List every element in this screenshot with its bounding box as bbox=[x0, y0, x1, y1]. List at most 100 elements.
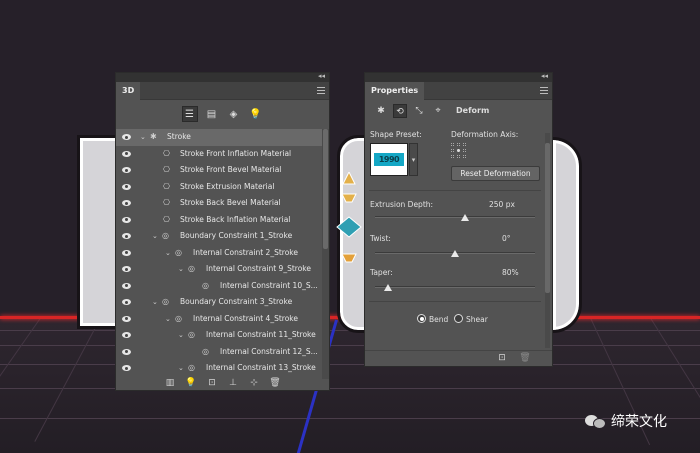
visibility-eye-icon[interactable] bbox=[122, 233, 131, 239]
material-icon: ⎔ bbox=[163, 165, 170, 174]
cap-mode-icon[interactable]: ⤡ bbox=[412, 104, 426, 118]
render-icon[interactable]: ▥ bbox=[164, 378, 176, 388]
visibility-eye-icon[interactable] bbox=[122, 266, 131, 272]
panel-tabbar: Properties bbox=[365, 82, 552, 100]
chevron-down-icon[interactable]: ⌄ bbox=[165, 245, 171, 262]
tree-row[interactable]: ◎ Internal Constraint 12_S... bbox=[116, 344, 323, 361]
light-filter-icon[interactable]: 💡 bbox=[248, 106, 264, 122]
ground-plane-icon[interactable]: ⊥ bbox=[227, 378, 239, 388]
taper-value[interactable]: 80% bbox=[502, 268, 519, 277]
visibility-eye-icon[interactable] bbox=[122, 282, 131, 289]
bend-radio[interactable] bbox=[417, 314, 426, 323]
tree-row-label: Stroke Front Bevel Material bbox=[180, 165, 282, 174]
tab-3d[interactable]: 3D bbox=[116, 82, 141, 100]
scene-filter-icon[interactable]: ☰ bbox=[181, 106, 198, 122]
visibility-eye-icon[interactable] bbox=[122, 150, 131, 157]
scene-tree: ⌄ ✱ Stroke ⎔ Stroke Front Inflation Mate… bbox=[116, 129, 323, 379]
tree-row[interactable]: ⌄ ◎ Internal Constraint 13_Stroke bbox=[116, 360, 323, 377]
panel-menu-icon[interactable] bbox=[317, 87, 325, 94]
chevron-down-icon[interactable]: ▾ bbox=[409, 143, 418, 176]
chevron-down-icon[interactable]: ⌄ bbox=[140, 129, 146, 146]
tree-row[interactable]: ⎔ Stroke Extrusion Material bbox=[116, 179, 323, 196]
trash-icon[interactable]: 🗑 bbox=[519, 353, 531, 363]
tree-row[interactable]: ⎔ Stroke Front Bevel Material bbox=[116, 162, 323, 179]
visibility-eye-icon[interactable] bbox=[122, 167, 131, 173]
twist-value[interactable]: 0° bbox=[502, 234, 511, 243]
collapse-panel-button[interactable]: ◂◂ bbox=[318, 72, 325, 80]
chevron-down-icon[interactable]: ⌄ bbox=[178, 327, 184, 344]
extrusion-depth-slider[interactable] bbox=[375, 216, 535, 218]
tree-row[interactable]: ⎔ Stroke Back Bevel Material bbox=[116, 195, 323, 212]
chevron-down-icon[interactable]: ⌄ bbox=[165, 311, 171, 328]
visibility-eye-icon[interactable] bbox=[122, 183, 131, 190]
chevron-down-icon[interactable]: ⌄ bbox=[178, 261, 184, 278]
deform-mode-icon[interactable]: ⟲ bbox=[393, 104, 407, 118]
mesh-mode-icon[interactable]: ✱ bbox=[374, 104, 388, 118]
chevron-down-icon[interactable]: ⌄ bbox=[152, 294, 158, 311]
visibility-eye-icon[interactable] bbox=[122, 348, 131, 355]
panel-menu-icon[interactable] bbox=[540, 87, 548, 94]
tree-row-label: Internal Constraint 4_Stroke bbox=[193, 313, 298, 323]
collapse-panel-button[interactable]: ◂◂ bbox=[541, 72, 548, 80]
taper-slider[interactable] bbox=[375, 286, 535, 288]
3d-axis-gizmo[interactable] bbox=[334, 170, 364, 276]
render-icon[interactable]: ⊡ bbox=[496, 353, 508, 363]
3d-panel-bottom-toolbar: ▥ 💡 ⊡ ⊥ ⊹ 🗑 bbox=[116, 376, 329, 390]
tab-properties[interactable]: Properties bbox=[365, 82, 425, 100]
grid-line bbox=[0, 388, 700, 389]
watermark: 缔荣文化 bbox=[585, 411, 667, 431]
tree-row[interactable]: ⎔ Stroke Front Inflation Material bbox=[116, 146, 323, 163]
tree-row[interactable]: ⌄ ◎ Boundary Constraint 3_Stroke bbox=[116, 294, 323, 311]
constraint-icon: ◎ bbox=[188, 264, 195, 273]
tree-row[interactable]: ⌄ ✱ Stroke bbox=[116, 129, 323, 146]
tree-row[interactable]: ⌄ ◎ Internal Constraint 2_Stroke bbox=[116, 245, 323, 262]
mesh-filter-icon[interactable]: ▤ bbox=[204, 106, 220, 122]
twist-slider-thumb[interactable] bbox=[451, 250, 459, 257]
deformation-axis-grid[interactable] bbox=[451, 143, 467, 159]
shear-radio[interactable] bbox=[454, 314, 463, 323]
add-light-icon[interactable]: 💡 bbox=[185, 378, 197, 388]
tree-row-label: Internal Constraint 10_S... bbox=[220, 280, 318, 290]
properties-panel: ◂◂ Properties ✱ ⟲ ⤡ ⌖ Deform Shape Prese… bbox=[364, 72, 553, 367]
scrollbar-thumb[interactable] bbox=[545, 143, 550, 293]
divider bbox=[369, 190, 541, 191]
visibility-eye-icon[interactable] bbox=[122, 249, 131, 256]
taper-label: Taper: bbox=[370, 268, 393, 277]
tree-row[interactable]: ⌄ ◎ Internal Constraint 4_Stroke bbox=[116, 311, 323, 328]
mesh-icon: ✱ bbox=[150, 132, 157, 141]
trash-icon[interactable]: 🗑 bbox=[269, 378, 281, 388]
visibility-eye-icon[interactable] bbox=[122, 216, 131, 223]
twist-label: Twist: bbox=[370, 234, 391, 243]
visibility-eye-icon[interactable] bbox=[122, 134, 131, 140]
visibility-eye-icon[interactable] bbox=[122, 332, 131, 338]
scrollbar-thumb[interactable] bbox=[323, 129, 328, 249]
chevron-down-icon[interactable]: ⌄ bbox=[152, 228, 158, 245]
extrusion-depth-label: Extrusion Depth: bbox=[370, 200, 434, 209]
tree-row[interactable]: ⎔ Stroke Back Inflation Material bbox=[116, 212, 323, 229]
chevron-down-icon[interactable]: ⌄ bbox=[178, 360, 184, 377]
split-icon[interactable]: ⊹ bbox=[248, 378, 260, 388]
tree-row[interactable]: ◎ Internal Constraint 10_S... bbox=[116, 278, 323, 295]
tree-row[interactable]: ⌄ ◎ Internal Constraint 11_Stroke bbox=[116, 327, 323, 344]
taper-slider-thumb[interactable] bbox=[383, 284, 392, 291]
3d-letter-zero bbox=[550, 137, 582, 333]
tree-row[interactable]: ⌄ ◎ Internal Constraint 9_Stroke bbox=[116, 261, 323, 278]
shape-preset-thumbnail[interactable]: 1990 bbox=[370, 143, 408, 176]
tree-row[interactable]: ⌄ ◎ Boundary Constraint 1_Stroke bbox=[116, 228, 323, 245]
visibility-eye-icon[interactable] bbox=[122, 315, 131, 322]
panel-tabbar: 3D bbox=[116, 82, 329, 100]
properties-scrollbar[interactable] bbox=[545, 133, 550, 348]
reset-deformation-button[interactable]: Reset Deformation bbox=[451, 166, 540, 181]
extrusion-depth-value[interactable]: 250 px bbox=[489, 200, 515, 209]
constraint-icon: ◎ bbox=[202, 280, 209, 290]
scene-tree-scrollbar[interactable] bbox=[322, 129, 329, 379]
tree-row-label: Internal Constraint 12_S... bbox=[220, 346, 318, 356]
coordinates-mode-icon[interactable]: ⌖ bbox=[431, 104, 445, 118]
material-filter-icon[interactable]: ◈ bbox=[226, 106, 242, 122]
add-constraint-icon[interactable]: ⊡ bbox=[206, 378, 218, 388]
visibility-eye-icon[interactable] bbox=[122, 200, 131, 206]
visibility-eye-icon[interactable] bbox=[122, 365, 131, 371]
visibility-eye-icon[interactable] bbox=[122, 299, 131, 305]
constraint-icon: ◎ bbox=[188, 330, 195, 339]
extrusion-depth-slider-thumb[interactable] bbox=[460, 214, 469, 221]
